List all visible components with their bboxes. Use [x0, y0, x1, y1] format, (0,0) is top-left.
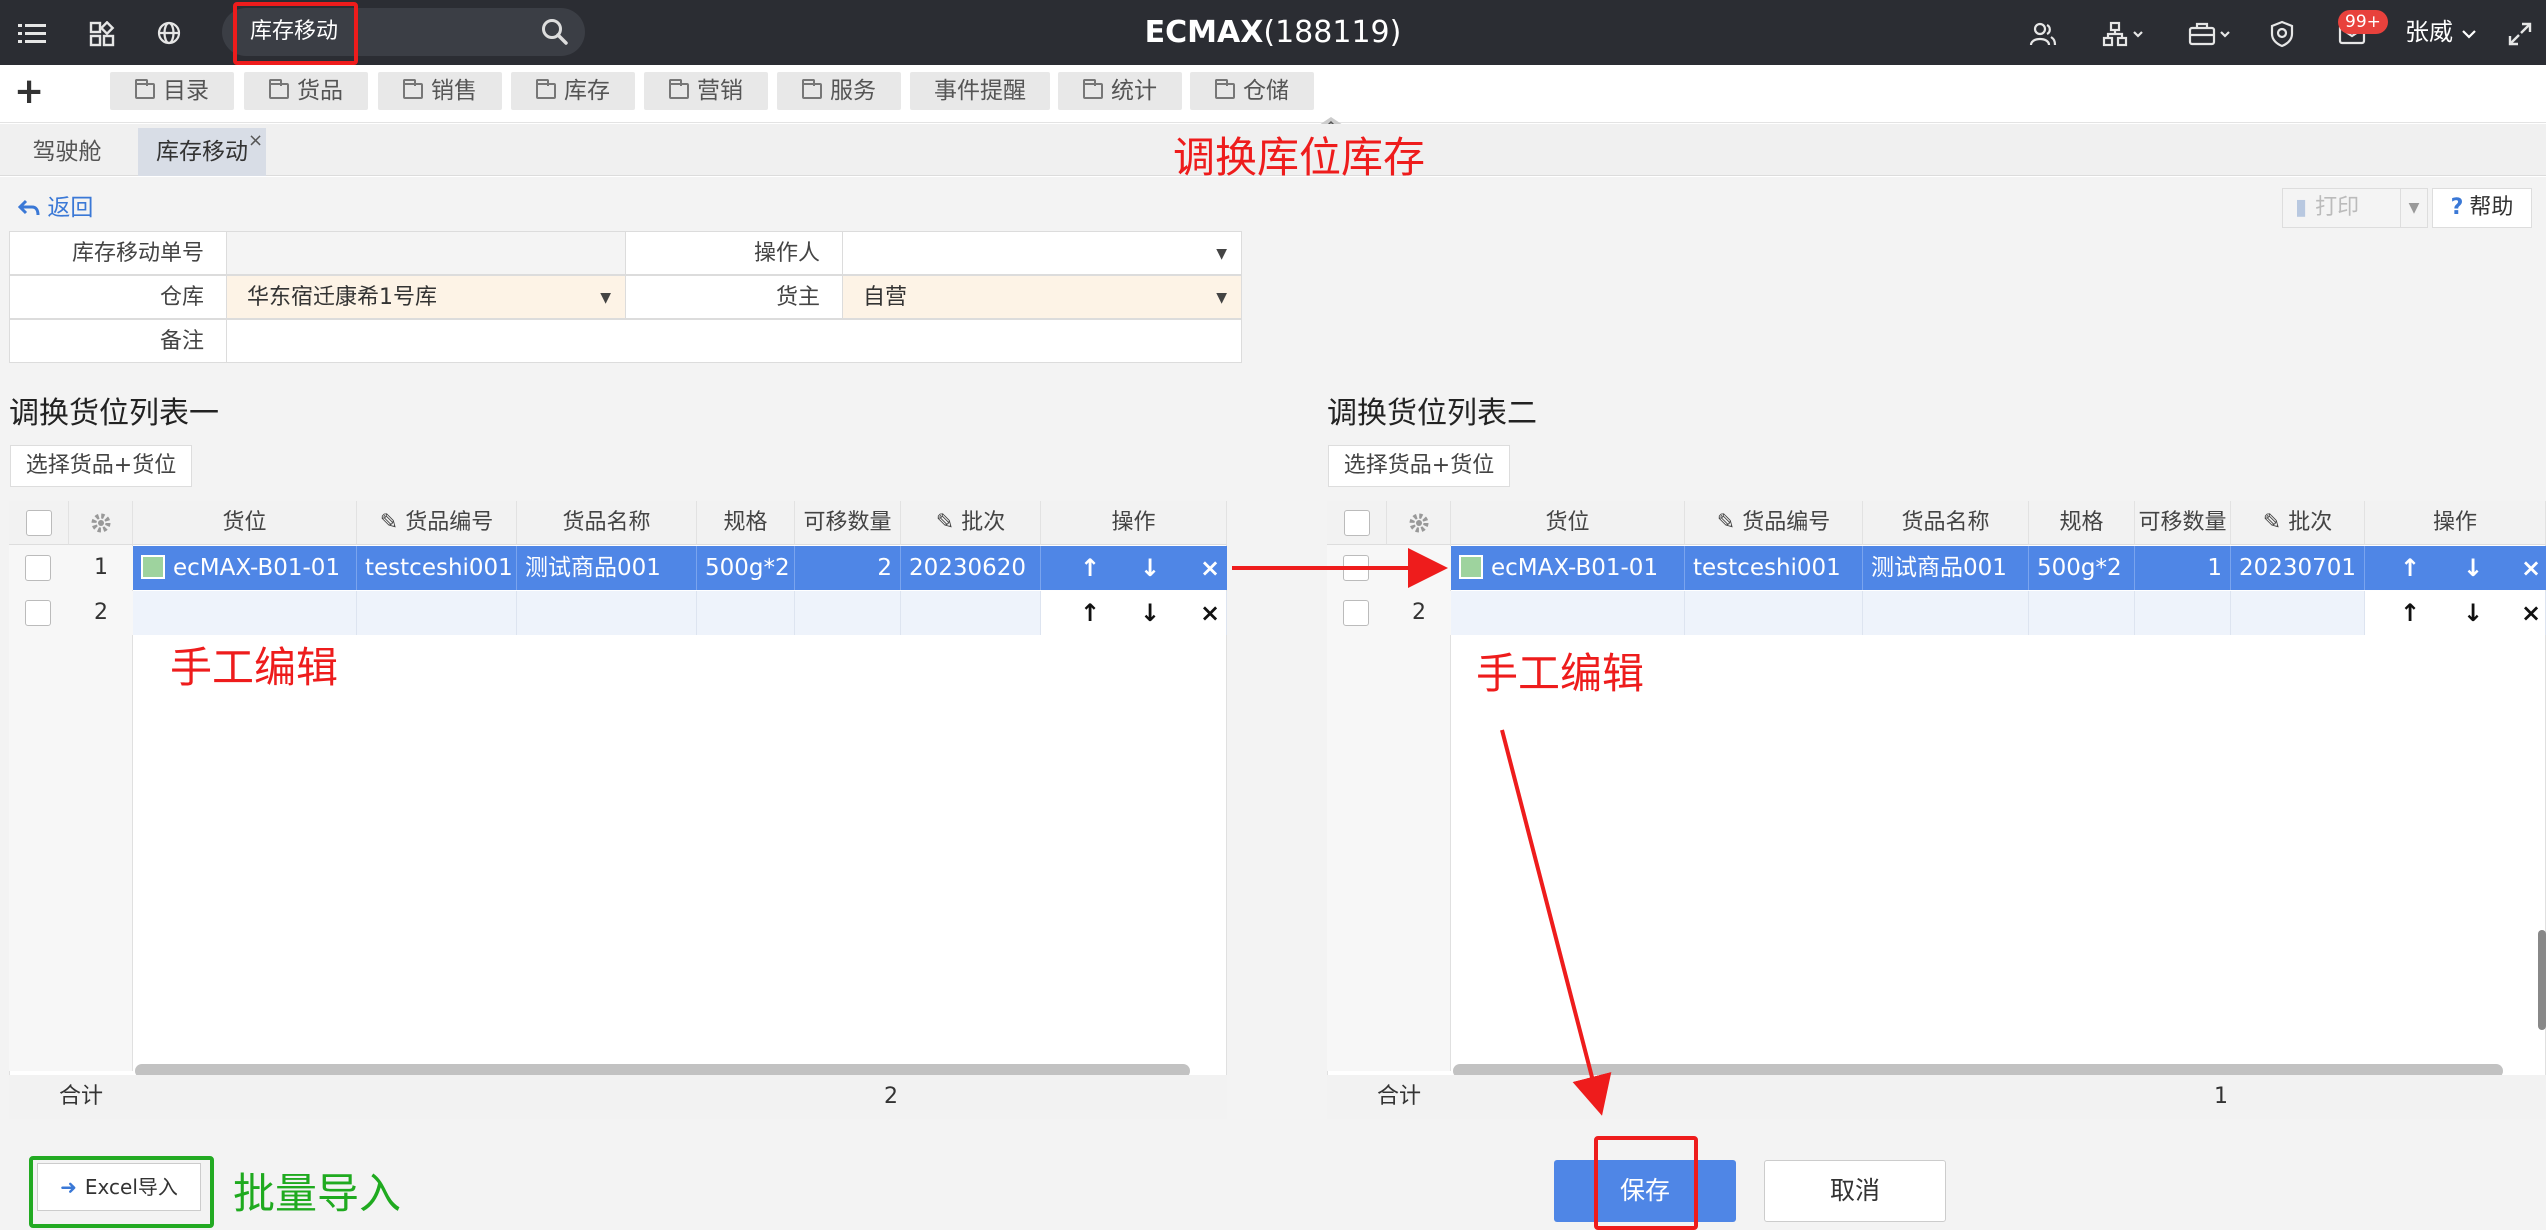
annotation-arrows: [1232, 548, 1612, 1116]
annotation-arrow-save: [1500, 729, 1612, 1116]
